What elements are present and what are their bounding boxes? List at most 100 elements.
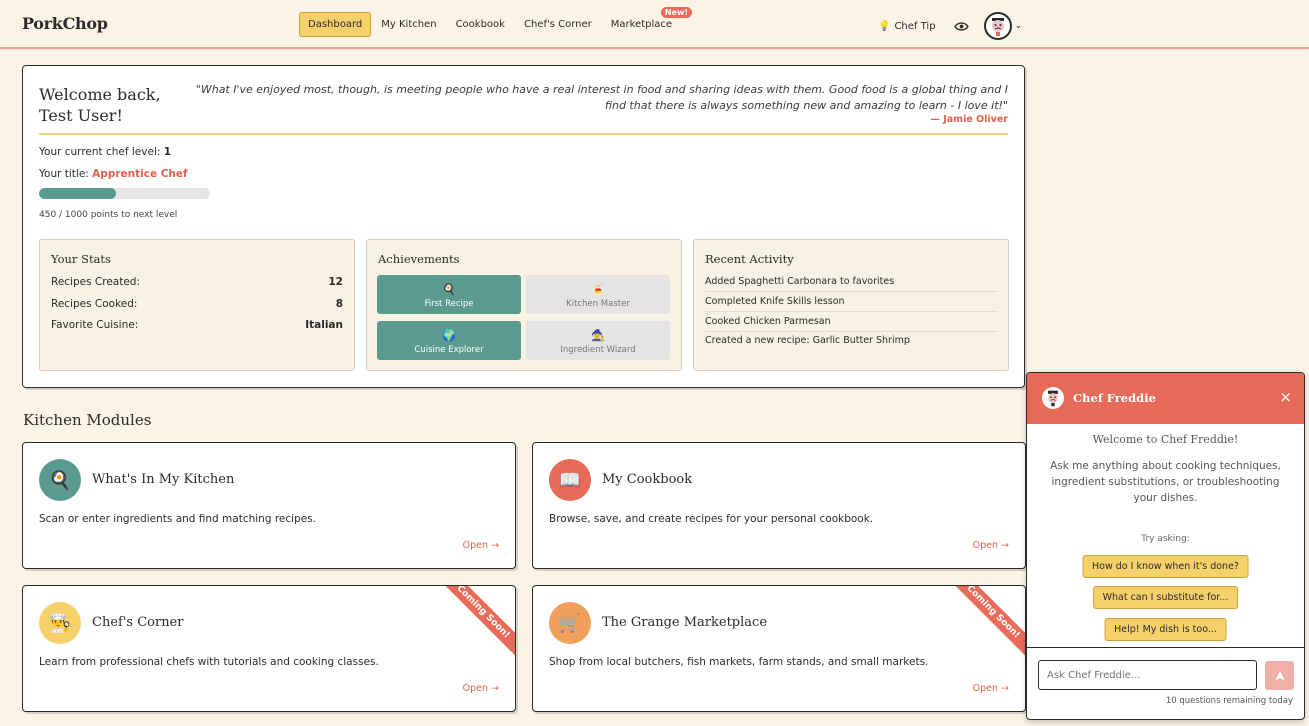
- chef-freddie-chat: Chef Freddie × Welcome to Chef Freddie! …: [1026, 372, 1305, 720]
- eye-icon[interactable]: [954, 18, 970, 34]
- stat-row: Recipes Created: 12: [51, 276, 343, 288]
- chat-welcome: Welcome to Chef Freddie!: [1092, 433, 1239, 446]
- chat-header: Chef Freddie ×: [1027, 373, 1304, 424]
- module-open-link[interactable]: Open →: [463, 540, 499, 551]
- module-open-link[interactable]: Open →: [973, 683, 1009, 694]
- stat-row: Recipes Cooked: 8: [51, 298, 343, 310]
- chat-input[interactable]: [1038, 660, 1257, 690]
- suggestion-button[interactable]: How do I know when it's done?: [1082, 555, 1249, 578]
- chef-level-label: Your current chef level:: [39, 146, 161, 158]
- brand-logo[interactable]: PorkChop: [22, 14, 108, 33]
- module-whats-in-my-kitchen[interactable]: 🍳 What's In My Kitchen Scan or enter ing…: [22, 442, 516, 569]
- chef-title: Your title: Apprentice Chef: [39, 168, 188, 180]
- achievements-card: Achievements 🍳 First Recipe 🍝 Kitchen Ma…: [366, 239, 682, 371]
- top-navbar: PorkChop Dashboard My Kitchen Cookbook C…: [0, 0, 1309, 49]
- recent-activity-card: Recent Activity Added Spaghetti Carbonar…: [693, 239, 1009, 371]
- module-title: The Grange Marketplace: [602, 615, 768, 630]
- chevron-down-icon[interactable]: ⌄: [1015, 21, 1023, 31]
- activity-item: Created a new recipe: Garlic Butter Shri…: [705, 335, 910, 346]
- achievement-label: Cuisine Explorer: [414, 345, 484, 355]
- kitchen-modules-title: Kitchen Modules: [23, 411, 152, 429]
- stat-value: 12: [328, 276, 343, 288]
- suggestion-button[interactable]: Help! My dish is too...: [1104, 618, 1227, 641]
- achievement-cuisine-explorer[interactable]: 🌍 Cuisine Explorer: [377, 321, 521, 360]
- suggestion-button[interactable]: What can I substitute for...: [1092, 586, 1239, 609]
- questions-remaining: 10 questions remaining today: [1165, 696, 1293, 706]
- chef-face-icon: [991, 18, 1004, 36]
- send-button[interactable]: [1265, 661, 1294, 690]
- chat-intro: Ask me anything about cooking techniques…: [1050, 460, 1281, 504]
- module-open-link[interactable]: Open →: [973, 540, 1009, 551]
- module-description: Scan or enter ingredients and find match…: [39, 513, 317, 525]
- send-icon: [1274, 670, 1285, 681]
- stat-value: 8: [335, 298, 343, 310]
- chef-icon: 👨‍🍳: [39, 602, 81, 644]
- stat-row: Favorite Cuisine: Italian: [51, 319, 343, 331]
- chef-level: Your current chef level: 1: [39, 146, 171, 158]
- user-avatar[interactable]: [983, 12, 1012, 40]
- frying-pan-icon: 🍳: [442, 283, 456, 296]
- stat-label: Favorite Cuisine:: [51, 319, 139, 331]
- achievement-ingredient-wizard[interactable]: 🧙 Ingredient Wizard: [526, 321, 670, 360]
- book-icon: 📖: [549, 459, 591, 501]
- activity-item: Completed Knife Skills lesson: [705, 296, 997, 312]
- activity-title: Recent Activity: [705, 252, 794, 266]
- quote-author: — Jamie Oliver: [930, 114, 1008, 125]
- welcome-title: Welcome back, Test User!: [39, 85, 161, 125]
- stat-label: Recipes Cooked:: [51, 298, 138, 310]
- chef-tip-label: Chef Tip: [894, 20, 936, 32]
- shopping-cart-icon: 🛒: [549, 602, 591, 644]
- achievement-label: Ingredient Wizard: [560, 345, 636, 355]
- stat-label: Recipes Created:: [51, 276, 140, 288]
- nav-marketplace-label: Marketplace: [610, 19, 673, 30]
- module-description: Browse, save, and create recipes for you…: [549, 513, 874, 525]
- module-title: My Cookbook: [602, 472, 693, 487]
- level-progress-bar: [39, 188, 210, 199]
- nav-my-kitchen[interactable]: My Kitchen: [372, 12, 445, 37]
- achievement-kitchen-master[interactable]: 🍝 Kitchen Master: [526, 275, 670, 314]
- user-controls: 💡 Chef Tip ⌄: [874, 12, 1022, 40]
- chef-title-value: Apprentice Chef: [92, 168, 188, 180]
- activity-item: Cooked Chicken Parmesan: [705, 316, 997, 332]
- stats-card: Your Stats Recipes Created: 12 Recipes C…: [39, 239, 355, 371]
- nav-dashboard[interactable]: Dashboard: [299, 12, 372, 37]
- achievement-first-recipe[interactable]: 🍳 First Recipe: [377, 275, 521, 314]
- stats-title: Your Stats: [51, 252, 111, 266]
- achievement-label: First Recipe: [424, 299, 474, 309]
- quote-text: "What I've enjoyed most, though, is meet…: [195, 83, 1008, 112]
- coming-soon-ribbon: Coming Soon!: [434, 586, 515, 661]
- chef-level-value: 1: [163, 146, 172, 158]
- level-progress-fill: [39, 188, 116, 199]
- try-asking-label: Try asking:: [1141, 534, 1190, 544]
- activity-item: Added Spaghetti Carbonara to favorites: [705, 276, 997, 292]
- module-title: What's In My Kitchen: [92, 472, 235, 487]
- main-nav: Dashboard My Kitchen Cookbook Chef's Cor…: [299, 7, 693, 37]
- close-icon[interactable]: ×: [1279, 388, 1292, 406]
- chef-face-icon: [1048, 390, 1058, 407]
- nav-marketplace[interactable]: Marketplace New!: [602, 7, 693, 37]
- nav-chefs-corner[interactable]: Chef's Corner: [515, 12, 601, 37]
- module-title: Chef's Corner: [92, 615, 184, 630]
- chef-tip-button[interactable]: 💡 Chef Tip: [874, 15, 940, 38]
- chef-title-label: Your title:: [39, 168, 89, 180]
- welcome-panel: Welcome back, Test User! "What I've enjo…: [22, 65, 1025, 388]
- stat-value: Italian: [305, 319, 343, 331]
- pasta-icon: 🍝: [591, 283, 605, 296]
- chat-divider: [1027, 647, 1304, 648]
- new-badge: New!: [660, 7, 693, 18]
- nav-cookbook[interactable]: Cookbook: [447, 12, 514, 37]
- divider: [39, 133, 1008, 135]
- lightbulb-icon: 💡: [878, 20, 891, 32]
- achievements-title: Achievements: [378, 252, 460, 266]
- achievement-label: Kitchen Master: [566, 299, 630, 309]
- module-my-cookbook[interactable]: 📖 My Cookbook Browse, save, and create r…: [532, 442, 1026, 569]
- points-text: 450 / 1000 points to next level: [39, 210, 178, 220]
- chef-freddie-avatar: [1042, 387, 1064, 409]
- module-description: Learn from professional chefs with tutor…: [39, 656, 379, 668]
- wizard-icon: 🧙: [591, 329, 605, 342]
- module-grange-marketplace[interactable]: 🛒 The Grange Marketplace Shop from local…: [532, 585, 1026, 712]
- module-open-link[interactable]: Open →: [463, 683, 499, 694]
- module-chefs-corner[interactable]: 👨‍🍳 Chef's Corner Learn from professiona…: [22, 585, 516, 712]
- globe-icon: 🌍: [442, 329, 456, 342]
- chat-title: Chef Freddie: [1073, 391, 1156, 405]
